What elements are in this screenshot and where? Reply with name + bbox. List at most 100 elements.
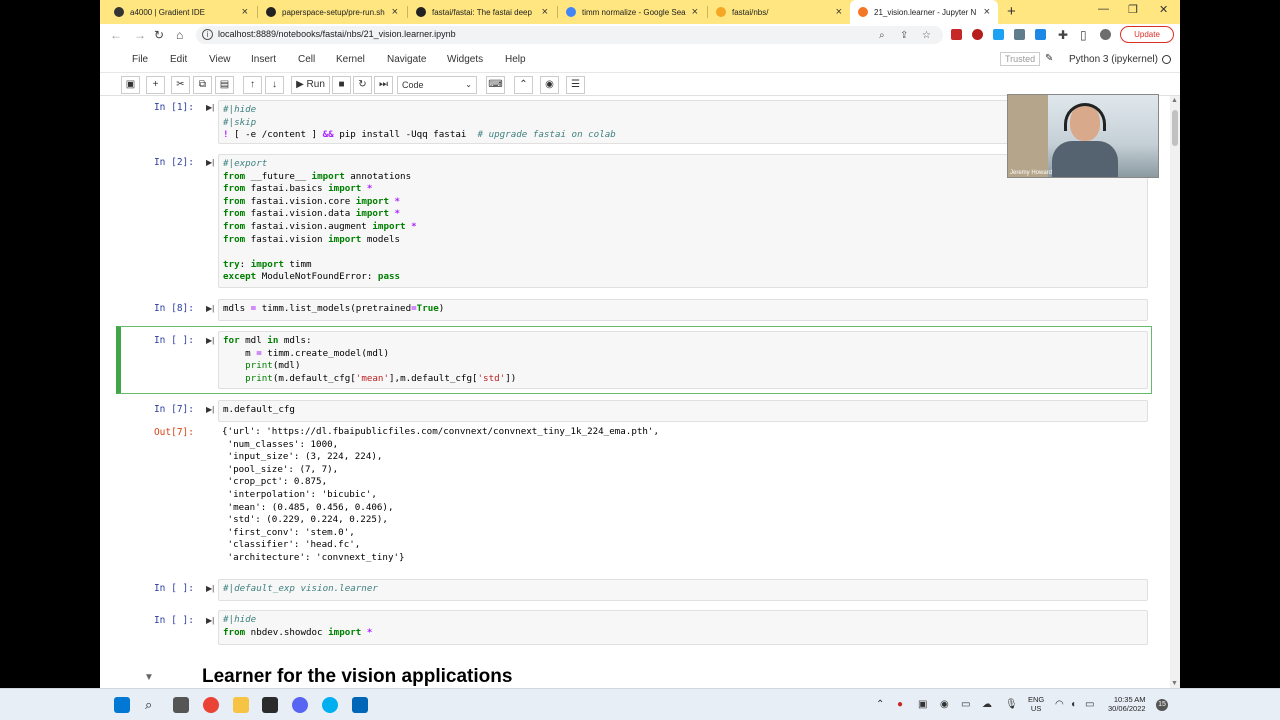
list-icon[interactable]: ☰ (566, 76, 585, 94)
menu-edit[interactable]: Edit (170, 54, 187, 65)
run-cell-icon[interactable]: ▶| (206, 103, 214, 112)
scroll-thumb[interactable] (1172, 110, 1178, 146)
task-view-icon[interactable] (173, 697, 189, 713)
code-cell[interactable]: In [8]: ▶| mdls = timm.list_models(pretr… (118, 299, 1150, 321)
run-cell-icon[interactable]: ▶| (206, 336, 214, 345)
url-text[interactable]: localhost:8889/notebooks/fastai/nbs/21_v… (218, 29, 456, 39)
move-down-icon[interactable]: ↓ (265, 76, 284, 94)
tab-vision-learner[interactable]: 21_vision.learner - Jupyter N × (850, 0, 998, 24)
tab-paperspace-setup[interactable]: paperspace-setup/pre-run.sh × (258, 0, 406, 24)
restart-run-all-icon[interactable]: ⏭ (374, 76, 393, 94)
skype-icon[interactable] (322, 697, 338, 713)
move-up-icon[interactable]: ↑ (243, 76, 262, 94)
chevron-up-icon[interactable]: ⌃ (876, 699, 884, 710)
windows-start-icon[interactable] (114, 697, 130, 713)
forward-icon[interactable]: → (134, 28, 146, 42)
tab-fastai-nbs[interactable]: fastai/nbs/ × (708, 0, 850, 24)
close-icon[interactable]: × (542, 6, 548, 18)
code-input[interactable]: m.default_cfg (218, 400, 1148, 422)
tab-google-search[interactable]: timm normalize - Google Sea × (558, 0, 706, 24)
discord-icon[interactable] (292, 697, 308, 713)
avatar[interactable] (1100, 29, 1111, 40)
run-cell-icon[interactable]: ▶| (206, 158, 214, 167)
scroll-up-icon[interactable]: ▲ (1171, 97, 1178, 104)
close-icon[interactable]: × (242, 6, 248, 18)
maximize-icon[interactable]: ❐ (1128, 3, 1138, 16)
wifi-icon[interactable]: ◠ (1055, 699, 1064, 710)
paste-icon[interactable]: ▤ (215, 76, 234, 94)
run-cell-icon[interactable]: ▶| (206, 584, 214, 593)
stop-icon[interactable]: ■ (332, 76, 351, 94)
record-icon[interactable]: ● (897, 699, 903, 710)
update-button[interactable]: Update (1120, 26, 1174, 43)
close-icon[interactable]: × (392, 6, 398, 18)
run-cell-icon[interactable]: ▶| (206, 405, 214, 414)
microphone-icon[interactable]: 🎙 (1005, 699, 1018, 710)
menu-widgets[interactable]: Widgets (447, 54, 483, 65)
notification-badge[interactable]: 15 (1156, 699, 1168, 711)
volume-icon[interactable]: ◖ (1070, 699, 1076, 710)
close-icon[interactable]: × (836, 6, 842, 18)
menu-view[interactable]: View (209, 54, 231, 65)
code-cell[interactable]: In [ ]: ▶| #|default_exp vision.learner (118, 579, 1150, 601)
tray-app-icon[interactable]: ▣ (918, 699, 927, 710)
cloud-icon[interactable]: ☁ (982, 699, 992, 710)
scroll-down-icon[interactable]: ▼ (1171, 680, 1178, 687)
ublock-icon[interactable] (972, 29, 983, 40)
twitter-icon[interactable] (993, 29, 1004, 40)
extension-icon[interactable] (1014, 29, 1025, 40)
minimize-icon[interactable]: — (1098, 3, 1109, 15)
menu-kernel[interactable]: Kernel (336, 54, 365, 65)
code-cell[interactable]: In [7]: ▶| m.default_cfg Out[7]: {'url':… (118, 400, 1150, 570)
search-icon[interactable]: ⌕ (145, 697, 152, 713)
restart-icon[interactable]: ↻ (353, 76, 372, 94)
run-button[interactable]: ▶ Run (291, 76, 330, 94)
collapse-up-icon[interactable]: ⌃ (514, 76, 533, 94)
menu-file[interactable]: File (132, 54, 148, 65)
close-icon[interactable]: × (692, 6, 698, 18)
menu-cell[interactable]: Cell (298, 54, 315, 65)
copy-icon[interactable]: ⧉ (193, 76, 212, 94)
terminal-icon[interactable] (262, 697, 278, 713)
menu-insert[interactable]: Insert (251, 54, 276, 65)
sidebar-icon[interactable]: ▯ (1080, 28, 1087, 42)
code-cell-selected[interactable]: In [ ]: ▶| for mdl in mdls: m = timm.cre… (116, 326, 1152, 394)
code-input[interactable]: #|default_exp vision.learner (218, 579, 1148, 601)
back-icon[interactable]: ← (110, 28, 122, 42)
bookmark-star-icon[interactable]: ☆ (922, 30, 931, 41)
code-input[interactable]: for mdl in mdls: m = timm.create_model(m… (218, 331, 1148, 389)
save-icon[interactable]: ▣ (121, 76, 140, 94)
tab-gradient-ide[interactable]: a4000 | Gradient IDE × (106, 0, 256, 24)
extension-icon[interactable] (1035, 29, 1046, 40)
collapse-heading-icon[interactable]: ▼ (144, 672, 154, 683)
close-icon[interactable]: × (984, 6, 990, 18)
run-cell-icon[interactable]: ▶| (206, 304, 214, 313)
tab-fastai-github[interactable]: fastai/fastai: The fastai deep × (408, 0, 556, 24)
battery-icon[interactable]: ▭ (1085, 699, 1094, 710)
zoom-icon[interactable]: ⌕ (879, 30, 885, 41)
cell-type-select[interactable]: Code ⌄ (397, 76, 477, 94)
run-cell-icon[interactable]: ▶| (206, 616, 214, 625)
address-bar[interactable]: i localhost:8889/notebooks/fastai/nbs/21… (196, 26, 943, 44)
close-window-icon[interactable]: ✕ (1159, 3, 1168, 16)
insert-cell-icon[interactable]: + (146, 76, 165, 94)
menu-navigate[interactable]: Navigate (387, 54, 426, 65)
cut-icon[interactable]: ✂ (171, 76, 190, 94)
trusted-indicator[interactable]: Trusted (1000, 52, 1041, 66)
info-icon[interactable]: i (202, 29, 213, 40)
pencil-icon[interactable]: ✎ (1045, 53, 1053, 64)
scrollbar[interactable]: ▲ ▼ (1170, 96, 1180, 688)
home-icon[interactable]: ⌂ (176, 28, 183, 42)
code-cell[interactable]: In [2]: ▶| #|export from __future__ impo… (118, 154, 1150, 288)
clock[interactable]: 10:35 AM 30/06/2022 (1108, 695, 1146, 713)
language-indicator[interactable]: ENG US (1028, 695, 1044, 713)
file-explorer-icon[interactable] (233, 697, 249, 713)
code-cell[interactable]: In [1]: ▶| #|hide #|skip ! [ -e /content… (118, 100, 1150, 144)
new-tab-button[interactable]: + (1007, 3, 1016, 20)
extension-icon[interactable] (951, 29, 962, 40)
code-input[interactable]: #|hide from nbdev.showdoc import * (218, 610, 1148, 645)
chrome-icon[interactable] (203, 697, 219, 713)
menu-help[interactable]: Help (505, 54, 526, 65)
share-icon[interactable]: ⇪ (900, 30, 908, 41)
github-icon[interactable]: ◉ (540, 76, 559, 94)
